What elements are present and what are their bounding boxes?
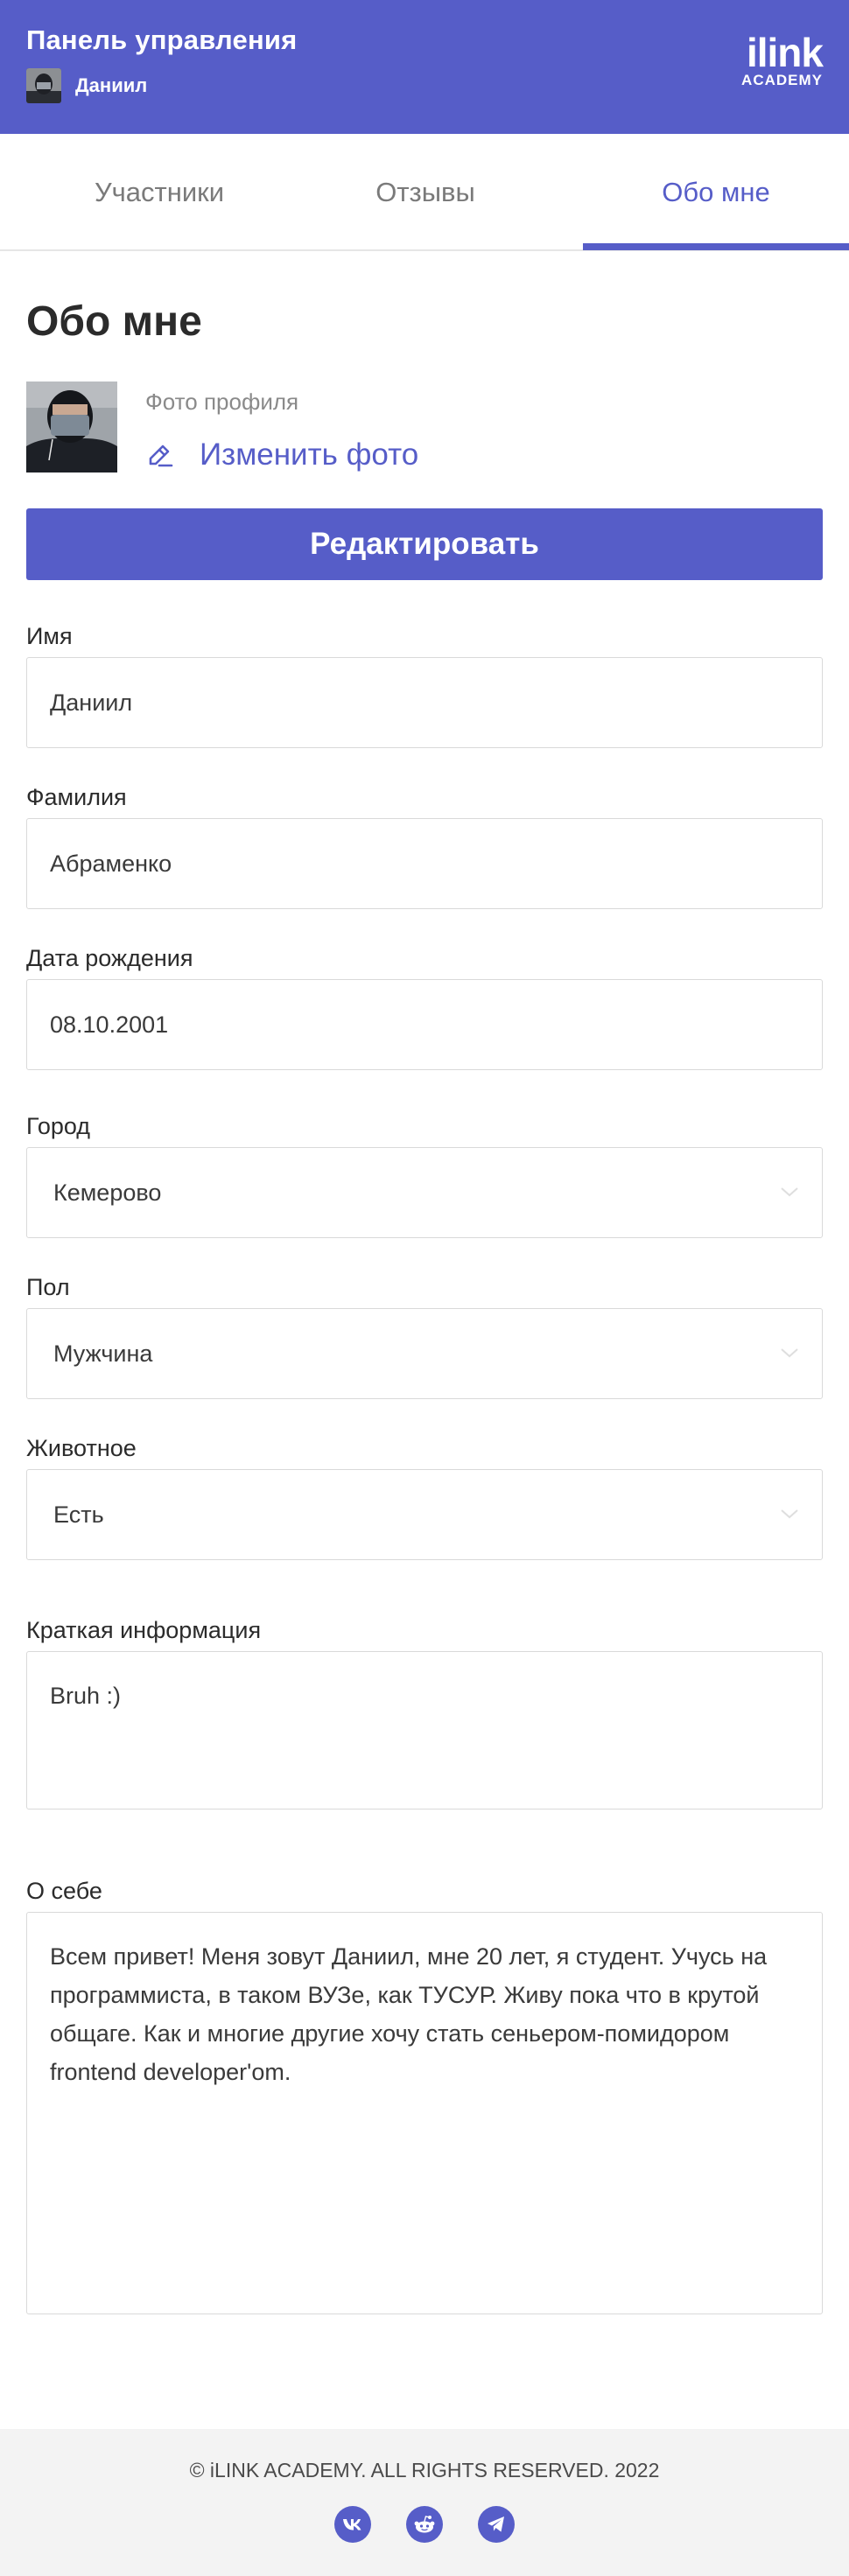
about-textarea[interactable]: Всем привет! Меня зовут Даниил, мне 20 л… [26, 1912, 823, 2314]
telegram-icon [488, 2516, 504, 2532]
about-value: Всем привет! Меня зовут Даниил, мне 20 л… [50, 1943, 768, 2085]
short-info-textarea[interactable]: Bruh :) [26, 1651, 823, 1810]
change-photo-label[interactable]: Изменить фото [200, 438, 418, 472]
first-name-label: Имя [26, 623, 73, 649]
short-info-label: Краткая информация [26, 1617, 262, 1643]
avatar[interactable] [26, 68, 61, 103]
pet-select[interactable]: Есть [26, 1469, 823, 1560]
birth-date-field[interactable]: 08.10.2001 [26, 979, 823, 1070]
page-title: Обо мне [26, 298, 202, 345]
city-label: Город [26, 1113, 91, 1139]
tab-participants[interactable]: Участники [26, 134, 292, 251]
last-name-label: Фамилия [26, 784, 127, 810]
logo-main-text: ilink [746, 30, 824, 75]
vk-link[interactable] [334, 2506, 371, 2543]
change-photo-link[interactable]: Изменить фото [145, 434, 418, 476]
app-header: Панель управления Даниил ilink ACADEMY [0, 0, 849, 134]
header-user[interactable]: Даниил [26, 68, 147, 103]
chevron-down-icon [781, 1348, 798, 1358]
city-select[interactable]: Кемерово [26, 1147, 823, 1238]
header-username[interactable]: Даниил [75, 74, 147, 97]
tab-reviews[interactable]: Отзывы [292, 134, 558, 251]
pet-label: Животное [26, 1435, 137, 1461]
last-name-value: Абраменко [50, 850, 172, 877]
tab-bar: Участники Отзывы Обо мне [0, 134, 849, 251]
telegram-link[interactable] [478, 2506, 515, 2543]
city-value: Кемерово [53, 1179, 162, 1206]
chevron-down-icon [781, 1509, 798, 1519]
header-title: Панель управления [26, 24, 298, 55]
gender-select[interactable]: Мужчина [26, 1308, 823, 1399]
logo-sub-text: ACADEMY [741, 72, 823, 88]
edit-button[interactable]: Редактировать [26, 508, 823, 580]
reddit-link[interactable] [406, 2506, 443, 2543]
chevron-down-icon [781, 1187, 798, 1197]
vk-icon [343, 2519, 361, 2530]
last-name-field[interactable]: Абраменко [26, 818, 823, 909]
ilink-academy-logo[interactable]: ilink ACADEMY [735, 30, 824, 89]
active-tab-indicator [583, 243, 849, 250]
pet-value: Есть [53, 1501, 104, 1528]
footer: © iLINK ACADEMY. ALL RIGHTS RESERVED. 20… [0, 2429, 849, 2576]
photo-caption: Фото профиля [145, 388, 299, 415]
profile-photo [26, 382, 117, 472]
birth-date-value: 08.10.2001 [50, 1011, 169, 1038]
tab-about-me[interactable]: Обо мне [583, 134, 849, 251]
first-name-value: Даниил [50, 689, 133, 716]
birth-date-label: Дата рождения [26, 945, 193, 971]
reddit-icon [414, 2516, 435, 2533]
first-name-field[interactable]: Даниил [26, 657, 823, 748]
copyright-text: © iLINK ACADEMY. ALL RIGHTS RESERVED. 20… [189, 2459, 660, 2482]
short-info-value: Bruh :) [50, 1683, 122, 1709]
avatar-image [26, 68, 61, 103]
gender-label: Пол [26, 1274, 70, 1300]
about-label: О себе [26, 1878, 102, 1904]
pencil-icon [149, 444, 173, 467]
profile-photo-image [26, 382, 117, 472]
gender-value: Мужчина [53, 1340, 153, 1367]
